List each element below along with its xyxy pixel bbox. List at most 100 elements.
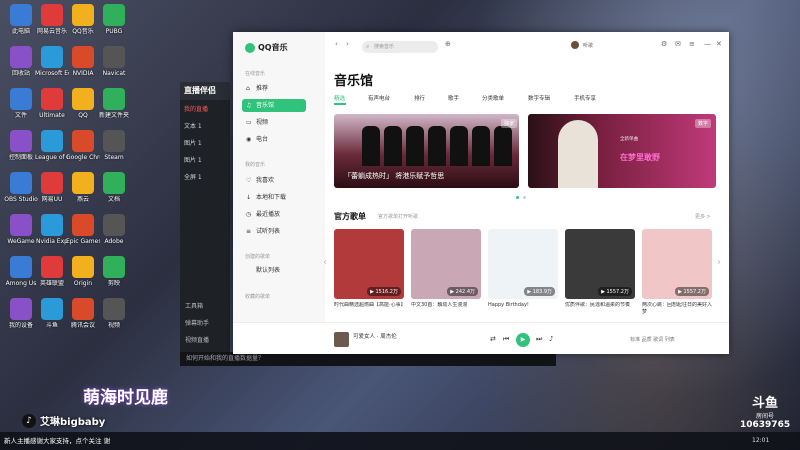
banner-primary[interactable]: 独家 「蕾躺成热时」 将港乐赋予哲思 [334,114,519,188]
tab-playlist-category[interactable]: 分类歌单 [482,94,504,102]
chevron-right-icon[interactable]: › [717,257,721,268]
desktop-icon[interactable]: Adobe [97,214,131,245]
desktop-icon[interactable]: 燕云 [66,172,100,203]
live-tool[interactable]: 弹幕助手 [180,314,230,331]
desktop-icon[interactable]: 文档 [97,172,131,203]
forward-icon[interactable]: › [346,40,349,48]
desktop-icon[interactable]: 控制面板 [4,130,38,161]
playlist-cover[interactable]: ▶ 1557.2万 [565,229,635,299]
play-count: ▶ 1557.2万 [675,287,709,296]
desktop-icon[interactable]: Navicat [97,46,131,77]
desktop-icon[interactable]: 回收站 [4,46,38,77]
back-icon[interactable]: ‹ [335,40,338,48]
next-icon[interactable]: ⏭ [536,335,542,344]
desktop-icon[interactable]: NVIDIA [66,46,100,77]
tab-mobile[interactable]: 手机专享 [574,94,596,102]
live-row[interactable]: 图片 1 [180,151,230,168]
playlist-card[interactable]: ▶ 1516.2万时代曲精选超燃曲【高能·心事】 [334,229,404,316]
playlist-card[interactable]: ▶ 1557.2万优质伴歌：民谣和温柔的节奏 [565,229,635,316]
desktop-icon[interactable]: OBS Studio [4,172,38,203]
playlist-card[interactable]: ▶ 183.9万 Happy Birthday! [488,229,558,316]
desktop-icon[interactable]: 新建文件夹 [97,88,131,119]
user-name[interactable]: 听歌 [583,42,593,49]
playlist-card[interactable]: ▶ 1557.2万两次心跳：回想起往日的美好入梦 [642,229,712,316]
playlist-name[interactable]: 优质伴歌：民谣和温柔的节奏 [565,302,635,316]
banner-secondary[interactable]: 数字 全新单曲 在梦里敢野 [528,114,716,188]
sidebar-item-music-hall[interactable]: ♫ 音乐馆 [242,99,306,112]
playlist-cover[interactable]: ▶ 1516.2万 [334,229,404,299]
desktop-icon[interactable]: PUBG [97,4,131,35]
live-tool[interactable]: 视频直播 [180,331,230,348]
chevron-left-icon[interactable]: ‹ [323,257,327,268]
live-row[interactable]: 全屏 1 [180,168,230,185]
desktop-icon[interactable]: 剪映 [97,256,131,287]
mail-icon[interactable]: ✉ [675,40,681,48]
avatar[interactable] [571,41,579,49]
volume-icon[interactable]: ♪ [549,335,553,343]
desktop-icon[interactable]: 文件 [4,88,38,119]
settings-icon[interactable]: ⚙ [661,40,667,48]
desktop-icon[interactable]: Steam [97,130,131,161]
play-button[interactable]: ▶ [516,333,530,347]
minimize-icon[interactable]: — [704,40,711,48]
desktop-icon[interactable]: 我的设备 [4,298,38,329]
tab-digital-album[interactable]: 数字专辑 [528,94,550,102]
desktop-icon[interactable]: Epic Games [66,214,100,245]
player-options[interactable]: 标准 品质 歌词 列表 [630,336,675,343]
tab-artists[interactable]: 歌手 [448,94,459,102]
desktop-icon[interactable]: Among Us [4,256,38,287]
playlist-name[interactable]: 时代曲精选超燃曲【高能·心事】 [334,302,404,316]
carousel-dot[interactable] [523,196,526,199]
desktop-icon[interactable]: 英雄联盟 [35,256,69,287]
live-row[interactable]: 我的直播 [180,100,230,117]
more-link[interactable]: 更多 > [695,213,711,220]
sidebar-item-default-list[interactable]: 默认列表 [242,264,306,277]
desktop-icon[interactable]: Google Chrome [66,130,100,161]
desktop-icon-label: Ultimate [39,112,65,119]
now-playing-song[interactable]: 可爱女人 · 周杰伦 [353,332,397,340]
playlist-card[interactable]: ▶ 242.4万中文30首：触动人生漫漫 [411,229,481,316]
desktop-icon[interactable]: QQ音乐 [66,4,100,35]
menu-icon[interactable]: ≡ [689,40,695,48]
desktop-icon[interactable]: 腾讯会议 [66,298,100,329]
tab-audio-radio[interactable]: 有声电台 [368,94,390,102]
playlist-cover[interactable]: ▶ 1557.2万 [642,229,712,299]
desktop-icon[interactable]: 斗鱼 [35,298,69,329]
desktop-icon[interactable]: Ultimate [35,88,69,119]
live-row[interactable]: 文本 1 [180,117,230,134]
tab-featured[interactable]: 精选 [334,94,345,102]
close-icon[interactable]: ✕ [716,40,722,48]
desktop-icon[interactable]: 视频 [97,298,131,329]
desktop-icon[interactable]: 网易UU [35,172,69,203]
playlist-cover[interactable]: ▶ 183.9万 [488,229,558,299]
desktop-icon[interactable]: Microsoft Edge [35,46,69,77]
desktop-icon[interactable]: Nvidia Exp [35,214,69,245]
sidebar-item-local[interactable]: ↓ 本地和下载 [242,191,306,204]
previous-icon[interactable]: ⏮ [503,335,509,344]
shuffle-icon[interactable]: ⇄ [490,335,496,343]
sidebar-item-video[interactable]: ▭ 视频 [242,116,306,129]
desktop-icon[interactable]: 此电脑 [4,4,38,35]
desktop-icon[interactable]: Origin [66,256,100,287]
sidebar-item-liked[interactable]: ♡ 我喜欢 [242,174,306,187]
sidebar-item-trial[interactable]: ≡ 试听列表 [242,225,306,238]
playlist-name[interactable]: 两次心跳：回想起往日的美好入梦 [642,302,712,316]
desktop-icon[interactable]: League of Legends [35,130,69,161]
carousel-dot[interactable] [516,196,519,199]
playlist-name[interactable]: 中文30首：触动人生漫漫 [411,302,481,316]
desktop-icon[interactable]: WeGame [4,214,38,245]
desktop-icon[interactable]: 网易云音乐 [35,4,69,35]
now-playing-cover[interactable] [334,332,349,347]
desktop-icon[interactable]: QQ [66,88,100,119]
desktop-icon-label: 斗鱼 [45,322,58,329]
playlist-cover[interactable]: ▶ 242.4万 [411,229,481,299]
sidebar-item-radio[interactable]: ◉ 电台 [242,133,306,146]
live-tool[interactable]: 工具箱 [180,297,230,314]
tab-charts[interactable]: 排行 [414,94,425,102]
live-row[interactable]: 图片 1 [180,134,230,151]
sidebar-item-recommend[interactable]: ⌂ 推荐 [242,82,306,95]
sidebar-item-recent[interactable]: ◷ 最近播放 [242,208,306,221]
playlist-name[interactable]: Happy Birthday! [488,302,558,316]
search-input[interactable]: ⌕ 搜索音乐 [362,41,438,53]
mic-icon[interactable]: ⊕ [445,40,451,48]
